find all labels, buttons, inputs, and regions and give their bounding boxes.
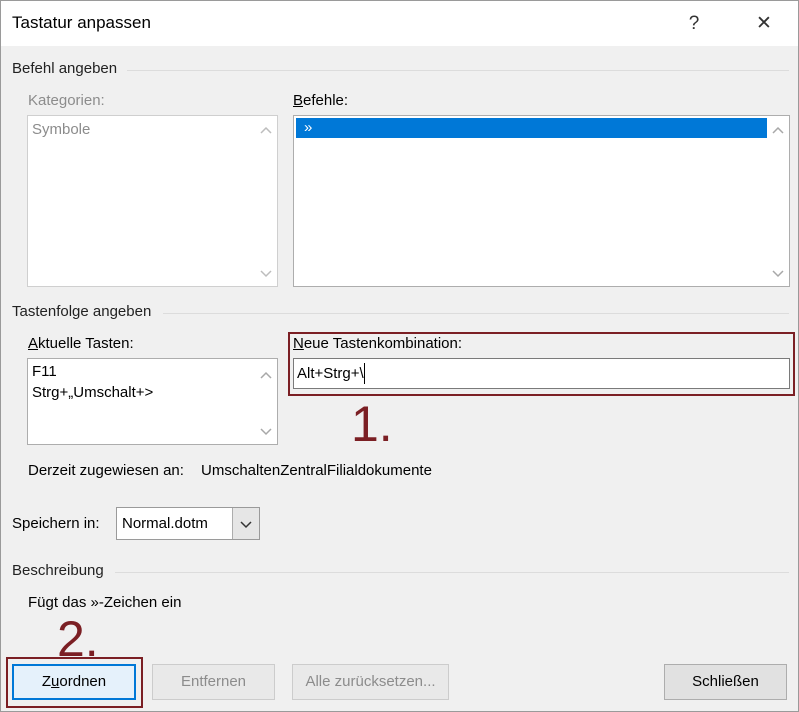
- scroll-up-icon[interactable]: [772, 125, 784, 137]
- close-button[interactable]: Schließen: [664, 664, 787, 700]
- categories-scrollbar[interactable]: [256, 117, 276, 285]
- dialog-title: Tastatur anpassen: [12, 13, 151, 32]
- assign-label-start: Z: [41, 673, 52, 690]
- scroll-up-icon[interactable]: [260, 370, 272, 382]
- list-item[interactable]: F11: [32, 363, 57, 380]
- list-item[interactable]: Strg+„Umschalt+>: [32, 384, 153, 401]
- help-button[interactable]: ?: [679, 9, 709, 39]
- command-section-heading: Befehl angeben: [12, 60, 118, 77]
- commands-list[interactable]: »: [293, 115, 790, 287]
- list-item-selected[interactable]: »: [296, 118, 767, 138]
- current-keys-label: Aktuelle Tasten:: [28, 335, 134, 352]
- close-icon[interactable]: ✕: [749, 9, 779, 39]
- scroll-down-icon[interactable]: [260, 267, 272, 279]
- assign-label-rest: ordnen: [59, 673, 107, 690]
- current-keys-label-text: ktuelle Tasten:: [38, 335, 134, 352]
- chevron-down-icon: [240, 521, 252, 529]
- reset-all-button[interactable]: Alle zurücksetzen...: [292, 664, 449, 700]
- commands-label-accesskey: B: [293, 92, 304, 109]
- assigned-value: UmschaltenZentralFilialdokumente: [201, 462, 432, 479]
- customize-keyboard-dialog: Tastatur anpassen ? ✕ Befehl angeben Kat…: [0, 0, 799, 712]
- description-text: Fügt das »-Zeichen ein: [28, 594, 182, 611]
- commands-label: Befehle:: [293, 92, 348, 109]
- scroll-down-icon[interactable]: [772, 267, 784, 279]
- categories-list[interactable]: Symbole: [27, 115, 278, 287]
- commands-scrollbar[interactable]: [768, 117, 788, 285]
- list-item-label: »: [304, 119, 313, 136]
- step1-label: 1.: [351, 396, 393, 452]
- title-bar: Tastatur anpassen ? ✕: [1, 1, 798, 46]
- scroll-down-icon[interactable]: [260, 425, 272, 437]
- list-item[interactable]: Symbole: [32, 121, 90, 138]
- current-keys-list[interactable]: F11 Strg+„Umschalt+>: [27, 358, 278, 445]
- scroll-up-icon[interactable]: [260, 125, 272, 137]
- divider: [127, 70, 789, 71]
- categories-label: Kategorien:: [28, 92, 105, 109]
- commands-label-text: efehle:: [303, 92, 349, 109]
- remove-button[interactable]: Entfernen: [152, 664, 275, 700]
- description-heading: Beschreibung: [12, 562, 104, 579]
- save-in-selected: Normal.dotm: [122, 515, 208, 532]
- save-in-dropdown[interactable]: Normal.dotm: [116, 507, 260, 540]
- assign-button[interactable]: Zuordnen: [12, 664, 136, 700]
- dropdown-button[interactable]: [232, 508, 259, 539]
- assigned-label: Derzeit zugewiesen an:: [28, 462, 184, 479]
- divider: [163, 313, 789, 314]
- save-in-label: Speichern in:: [12, 515, 100, 532]
- current-keys-accesskey: A: [28, 335, 39, 352]
- divider: [115, 572, 789, 573]
- text-cursor: [364, 363, 365, 384]
- keys-section-heading: Tastenfolge angeben: [12, 303, 152, 320]
- current-keys-scrollbar[interactable]: [256, 360, 276, 443]
